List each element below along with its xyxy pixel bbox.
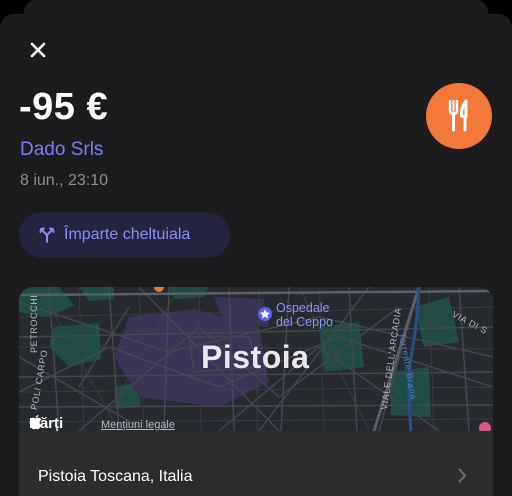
address-row[interactable]: Pistoia Toscana, Italia — [19, 444, 493, 496]
map-poi-label: Ospedale del Ceppo — [276, 301, 333, 329]
split-expense-label: Împarte cheltuiala — [64, 226, 191, 243]
split-expense-button[interactable]: Împarte cheltuiala — [19, 212, 230, 258]
transaction-detail-sheet: -95 € Dado Srls 8 iun., 23:10 Împarte ch… — [0, 14, 512, 496]
location-card: Pistoia Ospedale del Ceppo PETROCCHI POL… — [19, 287, 493, 496]
split-arrows-icon — [39, 227, 55, 243]
close-icon — [30, 42, 46, 58]
location-map[interactable]: Pistoia Ospedale del Ceppo PETROCCHI POL… — [19, 287, 493, 432]
category-badge — [426, 83, 492, 149]
merchant-name[interactable]: Dado Srls — [20, 139, 103, 161]
close-button[interactable] — [24, 36, 52, 64]
fork-knife-icon — [448, 99, 468, 132]
chevron-right-icon — [458, 468, 466, 483]
apple-icon — [29, 415, 42, 430]
map-city-label: Pistoia — [201, 339, 310, 375]
map-street-label: PETROCCHI — [29, 294, 39, 353]
address-text: Pistoia Toscana, Italia — [38, 468, 193, 485]
transaction-datetime: 8 iun., 23:10 — [20, 172, 109, 189]
transaction-amount: -95 € — [19, 86, 109, 128]
maps-provider-logo: Hărți — [29, 415, 63, 432]
map-legal-link[interactable]: Mențiuni legale — [101, 419, 175, 431]
